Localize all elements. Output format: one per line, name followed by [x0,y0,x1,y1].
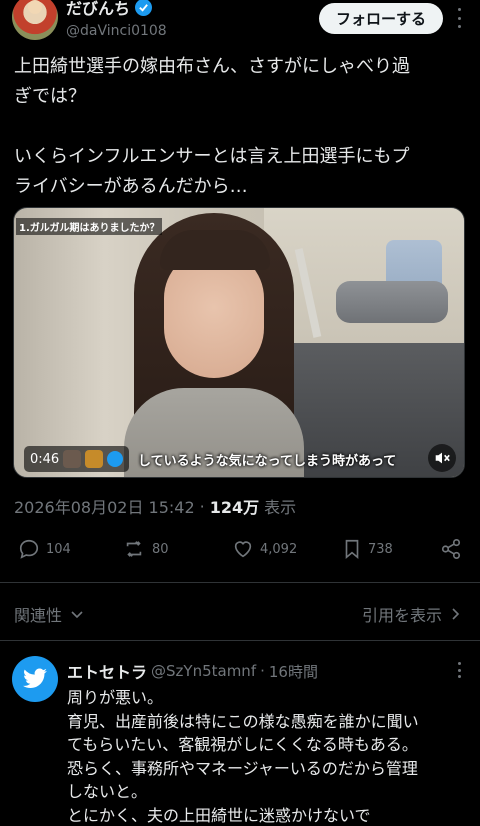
video-person-bangs [160,230,270,270]
reply-text-line: しないと。 [67,782,148,801]
tweet-meta: 2026年08月02日 15:42 · 124万 表示 [14,494,296,518]
twitter-bird-icon [23,668,47,688]
like-icon [234,541,252,558]
tweet-text-line: いくらインフルエンサーとは言え上田選手にもプ [14,146,410,167]
author-handle[interactable]: @daVinci0108 [66,23,167,39]
cat-icon [85,450,104,468]
reply-count: 104 [46,541,71,557]
tweet-text-line: ライバシーがあるんだから… [14,176,248,197]
divider [0,582,480,583]
retweet-button[interactable]: 80 [122,538,169,560]
tweet-paragraph: 上田綺世選手の嫁由布さん、さすがにしゃべり過 ぎでは？ [14,52,466,112]
share-icon [441,539,461,559]
quotes-label: 引用を表示 [361,606,442,625]
channel-avatar-icon [63,450,82,468]
retweet-count: 80 [152,541,169,557]
reply-text-line: てもらいたい、客観視がしにくくなる時もある。 [67,735,418,754]
video-time-bar: 0:46 [24,446,130,472]
views-label: 表示 [264,498,297,517]
reply-text-line: 恐らく、事務所やマネージャーいるのだから管理 [67,758,418,778]
reply-author-name[interactable]: エトセトラ [67,659,147,683]
more-icon[interactable] [453,662,465,678]
meta-separator: · [199,496,205,516]
tweet-actions: 104 80 4,092 738 [0,530,480,574]
tweet-paragraph: いくらインフルエンサーとは言え上田選手にもプ ライバシーがあるんだから… [14,142,466,202]
reply-text-line: とにかく、夫の上田綺世に迷惑かけないで [67,805,371,825]
video-top-caption: 1.ガルガル期はありましたか？ [16,218,163,235]
tweet-text: 上田綺世選手の嫁由布さん、さすがにしゃべり過 ぎでは？ いくらインフルエンサーと… [14,52,466,202]
share-button[interactable] [440,538,462,560]
bookmark-button[interactable]: 738 [342,538,393,560]
tweet-datetime[interactable]: 2026年08月02日 15:42 [14,494,195,518]
verified-badge-icon [107,451,124,467]
tweet-header: だびんち @daVinci0108 フォローする [0,0,480,48]
author-name-row[interactable]: だびんち [66,0,153,19]
tweet-text-line: ぎでは？ [14,86,86,107]
reply-avatar[interactable] [12,656,58,702]
reply-button[interactable]: 104 [18,538,71,560]
reply-header: エトセトラ @SzYn5tamnf · 16時間 [67,659,318,683]
bookmark-count: 738 [368,541,393,557]
reply-icon [19,539,39,559]
sort-selector[interactable]: 関連性 [14,602,84,626]
reply-text-line: 育児、出産前後は特にこの様な愚痴を誰かに聞い [67,711,419,731]
video-time: 0:46 [30,451,60,467]
retweet-icon [126,541,142,557]
meta-separator: · [260,662,265,680]
video-subtitle: しているような気になってしまう時があって [138,454,397,469]
like-count: 4,092 [260,541,298,557]
views-count: 124万 [209,498,260,517]
chevron-down-icon [71,611,83,619]
author-avatar[interactable] [12,0,58,40]
chevron-right-icon [452,608,460,620]
tweet-text-line: 上田綺世選手の嫁由布さん、さすがにしゃべり過 [14,56,410,77]
video-player[interactable]: 1.ガルガル期はありましたか？ 0:46 しているような気になってしまう時があっ… [13,207,465,478]
author-name[interactable]: だびんち [66,0,130,19]
like-button[interactable]: 4,092 [232,538,297,560]
reply-author-handle[interactable]: @SzYn5tamnf [151,662,256,680]
mute-icon[interactable] [428,444,456,472]
video-pillow [336,281,448,323]
reply-time[interactable]: 16時間 [269,661,318,682]
sort-label: 関連性 [14,606,63,625]
divider [0,640,480,641]
view-quotes-link[interactable]: 引用を表示 [362,602,462,626]
reply-text-line: 周りが悪い。 [67,688,164,707]
follow-button[interactable]: フォローする [319,3,443,34]
verified-badge-icon [135,0,153,16]
reply-text: 周りが悪い。 育児、出産前後は特にこの様な愚痴を誰かに聞い てもらいたい、客観視… [67,686,467,826]
bookmark-icon [345,539,359,560]
more-icon[interactable] [453,8,465,28]
